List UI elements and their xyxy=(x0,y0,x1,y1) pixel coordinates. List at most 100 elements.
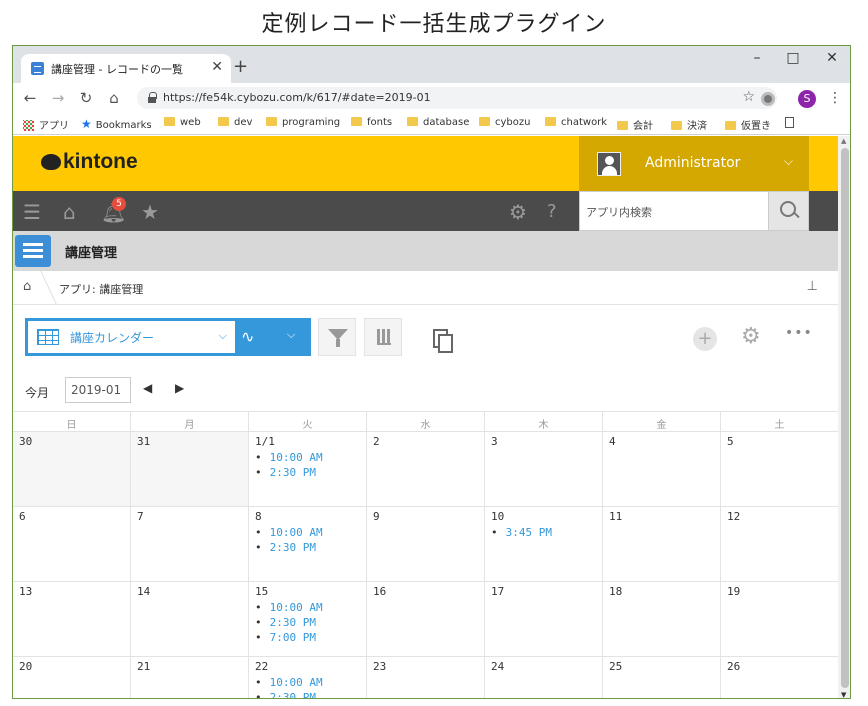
kintone-logo-icon xyxy=(41,154,61,170)
bookmark-apps[interactable]: アプリ xyxy=(23,117,69,132)
calendar-event-link[interactable]: 2:30 PM xyxy=(255,465,360,480)
profile-avatar[interactable]: S xyxy=(798,90,816,108)
scroll-down-icon[interactable]: ▼ xyxy=(841,691,846,698)
scroll-up-icon[interactable]: ▲ xyxy=(841,137,846,145)
search-icon[interactable] xyxy=(768,192,808,230)
browser-tab[interactable]: 講座管理 - レコードの一覧 ✕ xyxy=(21,54,231,83)
calendar-event-link[interactable]: 10:00 AM xyxy=(255,600,360,615)
calendar-day[interactable]: 13 xyxy=(13,582,130,656)
vertical-scrollbar[interactable]: ▲ ▼ xyxy=(838,136,850,698)
previous-month-icon[interactable]: ◀ xyxy=(143,381,152,395)
calendar-day[interactable]: 25 xyxy=(602,657,720,698)
calendar-event-link[interactable]: 2:30 PM xyxy=(255,690,360,698)
calendar-event-link[interactable]: 10:00 AM xyxy=(255,525,360,540)
search-input[interactable]: アプリ内検索 xyxy=(586,204,652,220)
bookmark-web[interactable]: web xyxy=(164,117,201,128)
calendar-day[interactable]: 7 xyxy=(130,507,248,581)
graph-button[interactable] xyxy=(364,318,402,356)
calendar-day[interactable]: 9 xyxy=(366,507,484,581)
extension-icon[interactable] xyxy=(761,92,775,106)
home-icon[interactable]: ⌂ xyxy=(105,89,123,107)
bookmark-chatwork[interactable]: chatwork xyxy=(545,117,607,128)
user-menu[interactable]: Administrator ⌵ xyxy=(579,136,809,191)
calendar-day[interactable]: 21 xyxy=(130,657,248,698)
calendar-day[interactable]: 30 xyxy=(13,432,130,506)
forward-arrow-icon[interactable]: → xyxy=(49,89,67,107)
more-options-icon[interactable]: ••• xyxy=(785,325,813,341)
bookmark-bookmarks[interactable]: ★ Bookmarks xyxy=(81,117,152,131)
bookmark-accounting[interactable]: 会計 xyxy=(617,117,653,132)
calendar-day[interactable]: 23 xyxy=(366,657,484,698)
bookmark-temp[interactable]: 仮置き xyxy=(725,117,771,132)
add-record-button[interactable]: + xyxy=(693,327,717,351)
url-field[interactable]: https://fe54k.cybozu.com/k/617/#date=201… xyxy=(137,87,777,109)
calendar-day[interactable]: 26 xyxy=(720,657,838,698)
user-avatar-icon xyxy=(597,152,621,176)
calendar-day[interactable]: 4 xyxy=(602,432,720,506)
help-icon[interactable]: ? xyxy=(547,201,557,222)
browser-menu-icon[interactable]: ⋮ xyxy=(828,90,842,106)
month-input[interactable]: 2019-01 xyxy=(65,377,131,403)
calendar-day[interactable]: 3 xyxy=(484,432,602,506)
calendar-day[interactable]: 20 xyxy=(13,657,130,698)
calendar-event-link[interactable]: 3:45 PM xyxy=(491,525,596,540)
close-tab-icon[interactable]: ✕ xyxy=(211,59,223,75)
bookmark-payment[interactable]: 決済 xyxy=(671,117,707,132)
page-icon[interactable] xyxy=(785,117,794,129)
view-dropdown[interactable]: 講座カレンダー ⌵ xyxy=(28,321,235,353)
calendar-day[interactable]: 12 xyxy=(720,507,838,581)
calendar-day[interactable]: 31 xyxy=(130,432,248,506)
calendar-event-link[interactable]: 10:00 AM xyxy=(255,675,360,690)
page-title: 定例レコード一括生成プラグイン xyxy=(261,12,607,37)
bookmark-star-icon[interactable]: ☆ xyxy=(742,89,755,105)
calendar-day[interactable]: 5 xyxy=(720,432,838,506)
new-tab-button[interactable]: + xyxy=(233,56,248,77)
calendar-day[interactable]: 10 3:45 PM xyxy=(484,507,602,581)
calendar-day[interactable]: 22 10:00 AM2:30 PM xyxy=(248,657,366,698)
pin-icon[interactable]: ⊥ xyxy=(807,279,818,294)
graph-icon[interactable]: ∿ xyxy=(241,327,254,346)
chevron-down-icon[interactable]: ⌵ xyxy=(287,328,295,342)
calendar-day[interactable]: 1/1 10:00 AM2:30 PM xyxy=(248,432,366,506)
bookmark-database[interactable]: database xyxy=(407,117,469,128)
calendar-day[interactable]: 16 xyxy=(366,582,484,656)
hamburger-menu-icon[interactable]: ☰ xyxy=(23,200,41,224)
calendar-day[interactable]: 15 10:00 AM2:30 PM7:00 PM xyxy=(248,582,366,656)
maximize-button[interactable]: □ xyxy=(781,50,805,66)
this-month-button[interactable]: 今月 xyxy=(25,384,49,401)
bookmark-dev[interactable]: dev xyxy=(218,117,252,128)
calendar-day[interactable]: 2 xyxy=(366,432,484,506)
breadcrumb-app-link[interactable]: アプリ: 講座管理 xyxy=(59,281,143,297)
calendar-day[interactable]: 17 xyxy=(484,582,602,656)
calendar-event-link[interactable]: 10:00 AM xyxy=(255,450,360,465)
bookmark-cybozu[interactable]: cybozu xyxy=(479,117,530,128)
bookmark-programing[interactable]: programing xyxy=(266,117,340,128)
scroll-thumb[interactable] xyxy=(841,148,849,688)
reload-icon[interactable]: ↻ xyxy=(77,89,95,107)
minimize-button[interactable]: – xyxy=(745,50,769,66)
calendar-day[interactable]: 11 xyxy=(602,507,720,581)
calendar-day[interactable]: 18 xyxy=(602,582,720,656)
calendar-event-link[interactable]: 7:00 PM xyxy=(255,630,360,645)
gear-icon[interactable]: ⚙ xyxy=(509,200,527,224)
next-month-icon[interactable]: ▶ xyxy=(175,381,184,395)
kintone-logo[interactable]: kintone xyxy=(41,150,138,174)
view-selector[interactable]: 講座カレンダー ⌵ ∿ ⌵ xyxy=(25,318,311,356)
bulk-create-icon[interactable] xyxy=(433,329,453,353)
calendar-day[interactable]: 19 xyxy=(720,582,838,656)
calendar-event-link[interactable]: 2:30 PM xyxy=(255,615,360,630)
filter-button[interactable] xyxy=(318,318,356,356)
app-settings-icon[interactable]: ⚙ xyxy=(741,324,761,349)
calendar-day[interactable]: 14 xyxy=(130,582,248,656)
calendar-day[interactable]: 24 xyxy=(484,657,602,698)
back-arrow-icon[interactable]: ← xyxy=(21,89,39,107)
calendar-event-link[interactable]: 2:30 PM xyxy=(255,540,360,555)
close-window-button[interactable]: ✕ xyxy=(820,50,844,66)
breadcrumb-home-icon[interactable]: ⌂ xyxy=(23,279,31,294)
calendar-grid: 日月火水木金土 30311/110:00 AM2:30 PM234567810:… xyxy=(13,411,838,698)
star-icon[interactable]: ★ xyxy=(141,200,159,224)
home-icon[interactable]: ⌂ xyxy=(63,200,76,224)
bookmark-fonts[interactable]: fonts xyxy=(351,117,392,128)
calendar-day[interactable]: 6 xyxy=(13,507,130,581)
calendar-day[interactable]: 8 10:00 AM2:30 PM xyxy=(248,507,366,581)
